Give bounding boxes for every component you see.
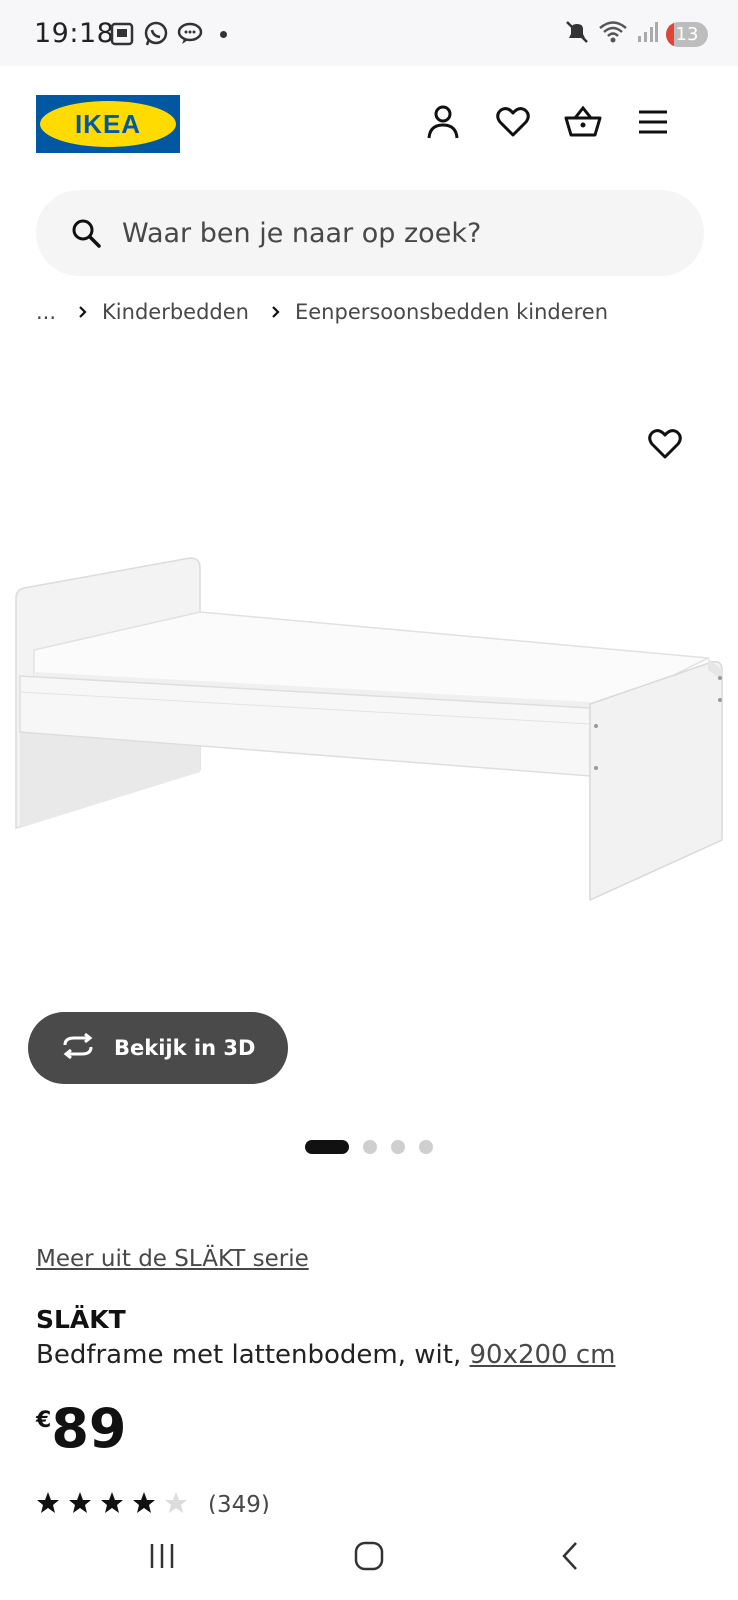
breadcrumb-item-eenpersoonsbedden[interactable]: Eenpersoonsbedden kinderen: [295, 300, 608, 324]
logo-text: IKEA: [74, 109, 142, 139]
screenshot-icon: [108, 20, 136, 48]
messages-icon: [176, 20, 204, 48]
search-bar[interactable]: [36, 190, 704, 276]
cart-icon: [564, 105, 602, 144]
product-image-gallery[interactable]: Bekijk in 3D: [0, 340, 738, 1160]
product-name: SLÄKT: [36, 1305, 126, 1334]
home-button[interactable]: [347, 1536, 391, 1580]
heart-icon: [648, 429, 682, 464]
status-notification-icons: [108, 20, 227, 48]
home-icon: [353, 1540, 385, 1577]
pagination-dot[interactable]: [419, 1140, 433, 1154]
product-image: [15, 557, 723, 902]
wifi-icon: [598, 19, 628, 50]
chevron-right-icon: [271, 305, 281, 319]
chevron-right-icon: [78, 305, 88, 319]
breadcrumb: ... Kinderbedden Eenpersoonsbedden kinde…: [36, 300, 608, 324]
account-button[interactable]: [423, 104, 463, 144]
back-button[interactable]: [548, 1536, 592, 1580]
breadcrumb-ellipsis[interactable]: ...: [36, 300, 56, 324]
product-favorite-button[interactable]: [648, 428, 682, 465]
site-header: IKEA: [0, 66, 738, 176]
status-system-icons: 13: [564, 19, 708, 50]
pagination-dot-active[interactable]: [305, 1140, 349, 1154]
battery-indicator: 13: [666, 22, 708, 47]
product-price: € 89: [36, 1398, 126, 1460]
system-navigation-bar: [0, 1514, 738, 1600]
price-amount: 89: [51, 1397, 127, 1460]
search-input[interactable]: [122, 190, 682, 276]
favorites-button[interactable]: [493, 104, 533, 144]
notification-dot: [220, 30, 227, 38]
menu-button[interactable]: [633, 104, 673, 144]
cart-button[interactable]: [563, 104, 603, 144]
signal-icon: [636, 20, 658, 49]
price-currency: €: [36, 1408, 52, 1433]
search-icon: [70, 217, 102, 254]
view-in-3d-button[interactable]: Bekijk in 3D: [28, 1012, 288, 1084]
favorites-icon: [496, 106, 530, 143]
status-time: 19:18: [34, 18, 115, 49]
back-icon: [559, 1540, 581, 1577]
recent-apps-icon: [147, 1542, 177, 1575]
product-description: Bedframe met lattenbodem, wit, 90x200 cm: [36, 1340, 615, 1370]
rotate-3d-icon: [28, 1032, 114, 1064]
breadcrumb-item-kinderbedden[interactable]: Kinderbedden: [102, 300, 249, 324]
product-size-link[interactable]: 90x200 cm: [469, 1340, 615, 1370]
menu-icon: [637, 109, 669, 140]
recent-apps-button[interactable]: [140, 1536, 184, 1580]
series-link[interactable]: Meer uit de SLÄKT serie: [36, 1246, 309, 1272]
mute-icon: [564, 19, 590, 50]
pagination-dot[interactable]: [363, 1140, 377, 1154]
product-description-text: Bedframe met lattenbodem, wit,: [36, 1340, 462, 1370]
gallery-pagination: [305, 1140, 433, 1154]
view-in-3d-label: Bekijk in 3D: [114, 1036, 256, 1060]
status-bar: 19:18 13: [0, 0, 738, 66]
account-icon: [426, 104, 460, 145]
pagination-dot[interactable]: [391, 1140, 405, 1154]
whatsapp-icon: [142, 20, 170, 48]
ikea-logo[interactable]: IKEA: [36, 95, 180, 153]
